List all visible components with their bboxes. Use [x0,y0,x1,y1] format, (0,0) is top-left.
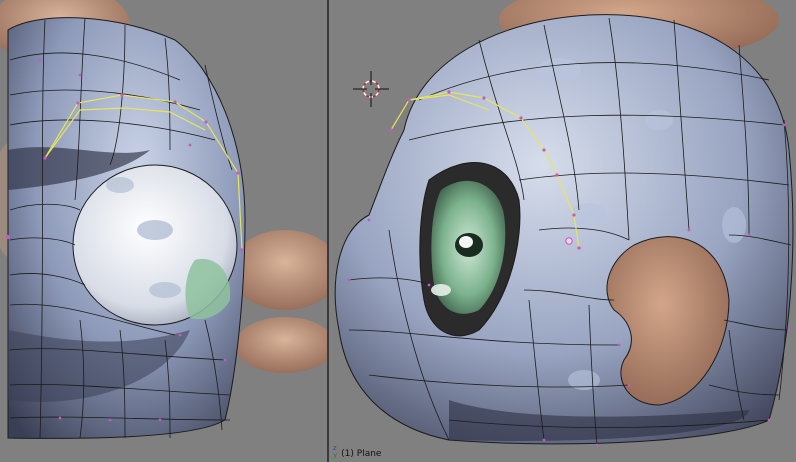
mesh-render-side[interactable] [329,0,796,462]
mesh-render-front[interactable] [0,0,327,462]
axis-y-label: y [333,451,338,459]
viewport-status: z y (1) Plane [333,445,382,460]
viewport-right[interactable]: z y (1) Plane [329,0,796,462]
viewport-split: z y (1) Plane [0,0,796,462]
object-name-label: (1) Plane [341,449,382,459]
viewport-left[interactable] [0,0,327,462]
axis-widget-icon: z y [333,445,337,459]
head-mesh-side [334,14,794,445]
3d-cursor-icon[interactable] [353,71,389,107]
